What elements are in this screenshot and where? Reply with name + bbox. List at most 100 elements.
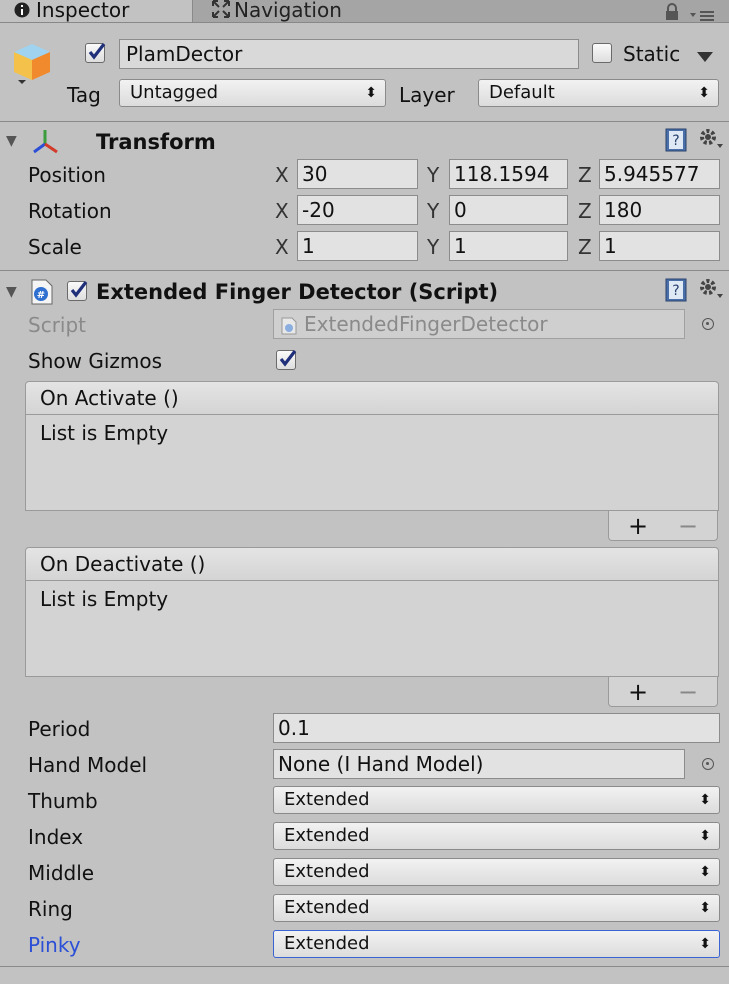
axis-z-label: Z	[578, 163, 592, 187]
transform-title: Transform	[96, 130, 216, 154]
dropdown-arrows-icon: ⬍	[699, 792, 711, 808]
index-label: Index	[28, 825, 84, 849]
show-gizmos-checkbox[interactable]	[276, 350, 297, 370]
script-label: Script	[28, 313, 87, 337]
on-activate-footer	[608, 511, 718, 541]
index-dropdown[interactable]: Extended ⬍	[273, 822, 720, 850]
position-y-field[interactable]: 118.1594	[449, 159, 568, 189]
list-empty-text: List is Empty	[40, 421, 169, 445]
axis-x-label: X	[275, 199, 289, 223]
tab-navigation[interactable]: Navigation	[194, 0, 384, 22]
script-value: ExtendedFingerDetector	[304, 312, 548, 336]
navigation-icon	[212, 0, 230, 18]
help-book-icon[interactable]: ?	[664, 278, 688, 302]
dropdown-arrows-icon: ⬍	[365, 85, 377, 101]
object-picker-icon[interactable]	[702, 318, 714, 330]
axis-y-label: Y	[427, 235, 440, 259]
position-z-field[interactable]: 5.945577	[599, 159, 720, 189]
component-foldout-arrow-icon[interactable]: ▼	[6, 284, 17, 300]
ring-dropdown[interactable]: Extended ⬍	[273, 894, 720, 922]
dropdown-arrows-icon: ⬍	[699, 900, 711, 916]
axis-y-label: Y	[427, 199, 440, 223]
period-field[interactable]: 0.1	[273, 713, 720, 743]
layer-label: Layer	[399, 83, 455, 107]
scale-z-field[interactable]: 1	[599, 231, 720, 261]
ring-label: Ring	[28, 897, 73, 921]
index-value: Extended	[284, 825, 370, 846]
info-icon	[14, 1, 30, 18]
scale-x-field[interactable]: 1	[297, 231, 418, 261]
dropdown-arrows-icon: ⬍	[699, 864, 711, 880]
axis-y-label: Y	[427, 163, 440, 187]
divider	[0, 121, 729, 122]
on-activate-list: List is Empty	[25, 415, 719, 511]
on-deactivate-remove-button[interactable]: −	[678, 678, 698, 706]
ring-value: Extended	[284, 897, 370, 918]
on-deactivate-title: On Deactivate ()	[25, 547, 719, 581]
object-picker-icon[interactable]	[702, 758, 714, 770]
axis-z-label: Z	[578, 199, 592, 223]
layer-dropdown[interactable]: Default ⬍	[478, 79, 719, 107]
script-file-icon	[281, 316, 297, 335]
svg-text:#: #	[37, 290, 45, 301]
pinky-value: Extended	[284, 933, 370, 954]
on-deactivate-event: On Deactivate () List is Empty	[25, 547, 719, 677]
tab-inspector[interactable]: Inspector	[0, 0, 193, 22]
on-deactivate-list: List is Empty	[25, 581, 719, 677]
gear-icon[interactable]	[697, 126, 725, 154]
active-checkbox[interactable]	[85, 43, 106, 63]
component-title: Extended Finger Detector (Script)	[96, 280, 499, 304]
static-checkbox[interactable]	[592, 43, 612, 63]
static-dropdown-arrow-icon[interactable]	[696, 45, 714, 69]
csharp-script-icon: #	[30, 279, 54, 305]
object-name-field[interactable]: PlamDector	[119, 39, 579, 69]
on-deactivate-footer	[608, 677, 718, 707]
transform-axes-icon	[30, 126, 60, 156]
lock-icon[interactable]	[664, 2, 680, 20]
on-deactivate-add-button[interactable]: +	[628, 678, 648, 706]
cube-icon	[10, 40, 54, 84]
script-field: ExtendedFingerDetector	[273, 309, 685, 339]
middle-label: Middle	[28, 861, 95, 885]
tag-value: Untagged	[130, 82, 219, 103]
tag-label: Tag	[67, 83, 101, 107]
thumb-label: Thumb	[28, 789, 98, 813]
pinky-label: Pinky	[28, 933, 81, 957]
position-label: Position	[28, 163, 106, 187]
svg-text:?: ?	[672, 283, 679, 299]
pinky-dropdown[interactable]: Extended ⬍	[273, 930, 720, 958]
middle-value: Extended	[284, 861, 370, 882]
gear-icon[interactable]	[697, 276, 725, 304]
axis-x-label: X	[275, 235, 289, 259]
svg-text:?: ?	[672, 133, 679, 149]
axis-z-label: Z	[578, 235, 592, 259]
layer-value: Default	[489, 82, 555, 103]
hand-model-field[interactable]: None (I Hand Model)	[273, 749, 685, 779]
dropdown-arrows-icon: ⬍	[699, 936, 711, 952]
help-book-icon[interactable]: ?	[664, 128, 688, 152]
rotation-z-field[interactable]: 180	[599, 195, 720, 225]
divider	[0, 966, 729, 967]
thumb-value: Extended	[284, 789, 370, 810]
dropdown-arrows-icon: ⬍	[699, 828, 711, 844]
scale-label: Scale	[28, 235, 82, 259]
static-label: Static	[623, 42, 681, 66]
on-activate-remove-button[interactable]: −	[678, 512, 698, 540]
period-label: Period	[28, 717, 91, 741]
thumb-dropdown[interactable]: Extended ⬍	[273, 786, 720, 814]
on-activate-event: On Activate () List is Empty	[25, 381, 719, 511]
component-enabled-checkbox[interactable]	[67, 281, 88, 301]
middle-dropdown[interactable]: Extended ⬍	[273, 858, 720, 886]
position-x-field[interactable]: 30	[297, 159, 418, 189]
menu-icon[interactable]	[688, 4, 718, 21]
scale-y-field[interactable]: 1	[449, 231, 568, 261]
transform-foldout-arrow-icon[interactable]: ▼	[6, 133, 17, 149]
axis-x-label: X	[275, 163, 289, 187]
tab-inspector-label: Inspector	[36, 0, 130, 22]
rotation-x-field[interactable]: -20	[297, 195, 418, 225]
tag-dropdown[interactable]: Untagged ⬍	[119, 79, 386, 107]
on-activate-add-button[interactable]: +	[628, 512, 648, 540]
tab-navigation-label: Navigation	[234, 0, 342, 22]
rotation-y-field[interactable]: 0	[449, 195, 568, 225]
on-activate-title: On Activate ()	[25, 381, 719, 415]
